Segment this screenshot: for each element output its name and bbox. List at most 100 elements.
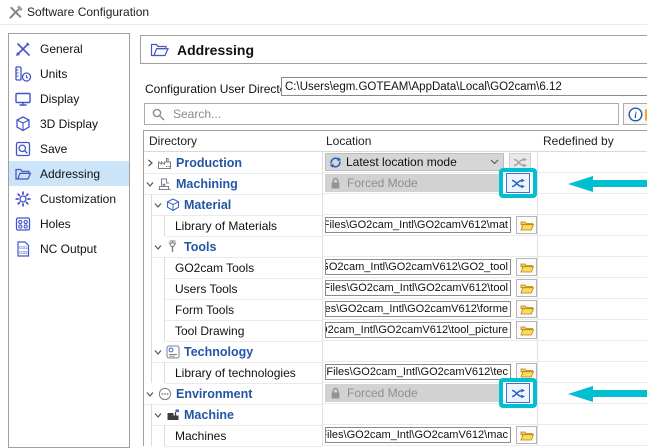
forced-mode-label: Forced Mode xyxy=(347,386,418,400)
table-row-machine[interactable]: Machine xyxy=(144,404,647,425)
sidebar-item-display[interactable]: Display xyxy=(9,86,129,111)
directory-name: Production xyxy=(176,156,242,170)
folder-icon xyxy=(520,220,534,231)
directory-name: Technology xyxy=(184,345,253,359)
table-row-form-tools[interactable]: Form Tools n Files\GO2cam_Intl\GO2camV61… xyxy=(144,299,647,320)
browse-folder-button[interactable] xyxy=(516,321,537,339)
redefined-by-cell xyxy=(537,152,647,173)
directory-name: Library of technologies xyxy=(165,366,296,380)
directory-name: Tools xyxy=(184,240,216,254)
redirect-button[interactable] xyxy=(506,173,530,193)
browse-folder-button[interactable] xyxy=(516,216,537,234)
table-row-users-tools[interactable]: Users Tools am Files\GO2cam_Intl\GO2camV… xyxy=(144,278,647,299)
browse-folder-button[interactable] xyxy=(516,279,537,297)
table-row-tools[interactable]: Tools xyxy=(144,236,647,257)
table-row-environment[interactable]: Environment Forced Mode xyxy=(144,383,647,404)
directory-name: Library of Materials xyxy=(165,219,277,233)
path-input[interactable]: n Files\GO2cam_Intl\GO2camV612\forme xyxy=(325,301,511,317)
sidebar-item-label: Addressing xyxy=(40,167,100,181)
sidebar-item-addressing[interactable]: Addressing xyxy=(9,161,129,186)
path-input[interactable]: am Files\GO2cam_Intl\GO2camV612\mac xyxy=(325,427,511,443)
directory-name: Tool Drawing xyxy=(165,324,244,338)
page-title: Addressing xyxy=(177,42,254,58)
technology-doc-icon xyxy=(164,344,181,359)
sidebar-item-3d-display[interactable]: 3D Display xyxy=(9,111,129,136)
chevron-down-icon[interactable] xyxy=(145,180,155,188)
table-row-library-of-technologies[interactable]: Library of technologies ram Files\GO2cam… xyxy=(144,362,647,383)
arrow-shaft xyxy=(593,180,647,187)
sidebar-item-label: Save xyxy=(40,142,67,156)
table-header: Directory Location Redefined by xyxy=(144,131,647,152)
directory-name: Environment xyxy=(176,387,252,401)
chevron-right-icon[interactable] xyxy=(145,159,155,167)
search-input[interactable] xyxy=(171,106,618,122)
sidebar-item-label: Customization xyxy=(40,192,116,206)
forced-mode-label: Forced Mode xyxy=(347,176,418,190)
divider xyxy=(0,24,647,25)
highlight-ring xyxy=(499,378,537,408)
arrow-head xyxy=(543,176,593,192)
browse-folder-button[interactable] xyxy=(516,300,537,318)
info-button[interactable]: i xyxy=(623,103,647,125)
directory-name: Machining xyxy=(176,177,238,191)
config-user-directory-label: Configuration User Directory xyxy=(145,82,296,96)
sidebar-item-save[interactable]: Save xyxy=(9,136,129,161)
factory-icon xyxy=(156,155,173,170)
directory-name: Machines xyxy=(165,429,226,443)
table-row-production[interactable]: Production Latest location mode xyxy=(144,152,647,173)
sidebar-item-units[interactable]: Units xyxy=(9,61,129,86)
table-row-library-of-materials[interactable]: Library of Materials am Files\GO2cam_Int… xyxy=(144,215,647,236)
folder-icon xyxy=(520,367,534,378)
chevron-down-icon[interactable] xyxy=(153,348,163,356)
arrow-head xyxy=(543,386,593,402)
lock-icon xyxy=(330,177,341,190)
chevron-down-icon[interactable] xyxy=(145,390,155,398)
forced-mode-indicator: Forced Mode xyxy=(325,384,506,402)
sidebar-item-nc-output[interactable]: G01G02 NC Output xyxy=(9,236,129,261)
directory-name: Machine xyxy=(184,408,234,422)
folder-icon xyxy=(520,283,534,294)
sidebar-item-holes[interactable]: Holes xyxy=(9,211,129,236)
machine-icon xyxy=(164,407,181,422)
chevron-down-icon[interactable] xyxy=(153,201,163,209)
path-input[interactable]: am Files\GO2cam_Intl\GO2camV612\tool xyxy=(325,280,511,296)
config-user-directory-input[interactable] xyxy=(281,77,647,96)
browse-folder-button[interactable] xyxy=(516,258,537,276)
table-row-technology[interactable]: Technology xyxy=(144,341,647,362)
redirect-button[interactable] xyxy=(506,383,530,403)
lock-icon xyxy=(330,387,341,400)
path-input[interactable]: am Files\GO2cam_Intl\GO2camV612\mat xyxy=(325,217,511,233)
folder-icon xyxy=(520,262,534,273)
folder-icon xyxy=(520,304,534,315)
chevron-down-icon[interactable] xyxy=(153,243,163,251)
svg-text:G02: G02 xyxy=(19,250,28,255)
folder-icon xyxy=(520,430,534,441)
path-input[interactable]: ram Files\GO2cam_Intl\GO2camV612\tec xyxy=(325,364,511,380)
sidebar-item-label: Display xyxy=(40,92,79,106)
tool-bit-icon xyxy=(164,239,181,254)
redefined-by-cell xyxy=(537,383,647,404)
directory-name: Form Tools xyxy=(165,303,234,317)
path-input[interactable]: \GO2cam_Intl\GO2camV612\tool_picture xyxy=(325,322,511,338)
table-row-go2cam-tools[interactable]: GO2cam Tools les\GO2cam_Intl\GO2camV612\… xyxy=(144,257,647,278)
open-folder-icon xyxy=(150,42,169,58)
sidebar-item-label: Units xyxy=(40,67,67,81)
location-mode-value: Latest location mode xyxy=(346,155,490,169)
cube-icon xyxy=(164,197,181,212)
browse-folder-button[interactable] xyxy=(516,426,537,444)
arrow-shaft xyxy=(593,390,647,397)
table-row-tool-drawing[interactable]: Tool Drawing \GO2cam_Intl\GO2camV612\too… xyxy=(144,320,647,341)
units-icon xyxy=(13,64,33,84)
crossed-tools-icon xyxy=(8,5,23,20)
sidebar-item-customization[interactable]: Customization xyxy=(9,186,129,211)
settings-sidebar: General Units Display 3D Display Save Ad… xyxy=(8,33,130,448)
addressing-table: Directory Location Redefined by Producti… xyxy=(143,130,647,446)
sidebar-item-general[interactable]: General xyxy=(9,36,129,61)
forced-mode-indicator: Forced Mode xyxy=(325,174,506,192)
path-input[interactable]: les\GO2cam_Intl\GO2camV612\GO2_tool xyxy=(325,259,511,275)
table-row-material[interactable]: Material xyxy=(144,194,647,215)
general-icon xyxy=(13,39,33,59)
chevron-down-icon[interactable] xyxy=(153,411,163,419)
location-mode-dropdown[interactable]: Latest location mode xyxy=(325,153,504,171)
table-row-machining[interactable]: Machining Forced Mode xyxy=(144,173,647,194)
